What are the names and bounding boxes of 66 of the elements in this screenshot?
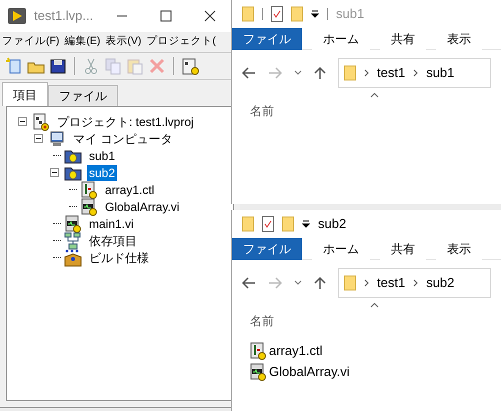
- path-segment[interactable]: test1: [377, 273, 406, 293]
- chevron-right-icon[interactable]: [413, 279, 418, 287]
- chevron-down-icon[interactable]: [294, 70, 302, 76]
- path-segment[interactable]: sub2: [426, 273, 454, 293]
- maximize-icon[interactable]: [160, 10, 172, 22]
- control-file-icon: [81, 180, 97, 198]
- collapse-icon[interactable]: [50, 168, 58, 177]
- tree-item[interactable]: ビルド仕様: [87, 250, 151, 266]
- path-segment[interactable]: sub1: [426, 63, 454, 83]
- project-icon[interactable]: [180, 56, 200, 76]
- box-icon: [64, 248, 82, 266]
- back-icon[interactable]: [242, 277, 256, 289]
- chevron-down-icon[interactable]: [294, 280, 302, 286]
- back-icon[interactable]: [242, 67, 256, 79]
- tree-item[interactable]: array1.ctl: [103, 182, 156, 198]
- window-title: sub1: [336, 5, 364, 24]
- file-icon: [250, 342, 266, 360]
- folder-icon: [344, 65, 356, 81]
- menu-item[interactable]: プロジェクト(: [146, 34, 216, 50]
- collapse-icon[interactable]: [18, 117, 26, 126]
- dependency-icon: [64, 232, 82, 250]
- path-segment[interactable]: test1: [377, 63, 406, 83]
- project-icon: [33, 112, 49, 130]
- chevron-right-icon[interactable]: [364, 279, 369, 287]
- address-bar[interactable]: test1 sub2: [338, 268, 491, 298]
- menu-item[interactable]: 編集(E): [64, 34, 100, 50]
- collapse-icon[interactable]: [34, 134, 42, 143]
- up-arrow-icon[interactable]: [314, 276, 326, 290]
- chevron-right-icon[interactable]: [413, 69, 418, 77]
- vi-file-icon: [65, 214, 81, 232]
- file-icon: [250, 362, 266, 380]
- up-arrow-icon[interactable]: [314, 66, 326, 80]
- app-logo-icon: [8, 8, 26, 24]
- computer-icon: [49, 130, 65, 146]
- tab[interactable]: 項目: [2, 82, 48, 106]
- column-header[interactable]: 名前: [250, 102, 274, 120]
- menu-item[interactable]: ファイル(F): [2, 34, 60, 50]
- dropdown-icon[interactable]: [311, 10, 319, 18]
- chevron-right-icon[interactable]: [364, 69, 369, 77]
- dropdown-icon[interactable]: [302, 220, 310, 228]
- sort-up-icon[interactable]: [370, 302, 379, 308]
- address-bar[interactable]: test1 sub1: [338, 58, 491, 88]
- file-name[interactable]: array1.ctl: [269, 340, 322, 360]
- tree-item[interactable]: マイ コンピュータ: [71, 130, 174, 146]
- tree-item[interactable]: 依存項目: [87, 232, 139, 248]
- window-title: test1.lvp...: [34, 7, 94, 26]
- tree-item[interactable]: GlobalArray.vi: [103, 198, 182, 214]
- folder-icon: [64, 148, 82, 164]
- file-name[interactable]: GlobalArray.vi: [269, 362, 350, 382]
- tab[interactable]: ファイル: [48, 85, 118, 106]
- properties-icon[interactable]: [271, 6, 283, 22]
- sort-up-icon[interactable]: [370, 92, 379, 98]
- tree-item[interactable]: sub1: [87, 148, 118, 164]
- column-header[interactable]: 名前: [250, 312, 274, 330]
- folder-icon: [344, 275, 356, 291]
- close-icon[interactable]: [204, 10, 216, 22]
- vi-file-icon: [81, 198, 97, 216]
- folder-icon: [64, 164, 82, 180]
- ribbon-tab[interactable]: ファイル: [232, 28, 302, 50]
- tree-item[interactable]: main1.vi: [87, 216, 136, 232]
- menu-item[interactable]: 表示(V): [105, 34, 142, 50]
- properties-icon[interactable]: [262, 216, 274, 232]
- window-title: sub2: [318, 215, 346, 234]
- ribbon-tab[interactable]: ファイル: [232, 238, 302, 260]
- tree-item[interactable]: プロジェクト: test1.lvproj: [55, 114, 196, 130]
- tree-item[interactable]: sub2: [87, 164, 118, 180]
